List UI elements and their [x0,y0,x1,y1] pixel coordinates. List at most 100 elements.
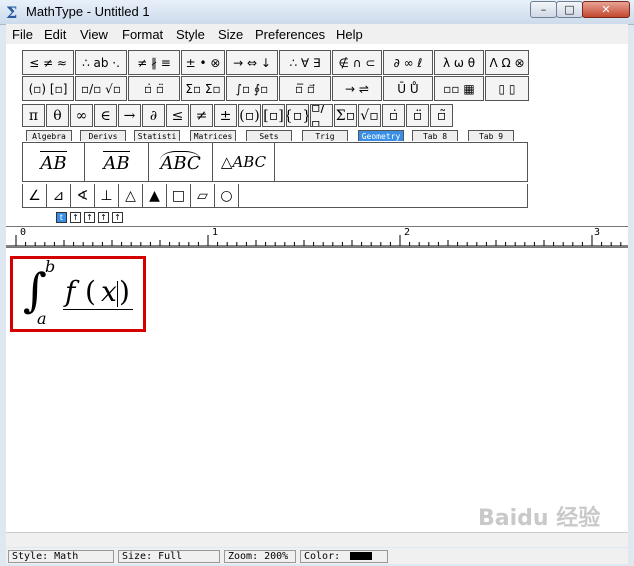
equation-editor[interactable]: ∫ b a f ( x ) [6,248,628,532]
tilde-accent-button[interactable]: ▫̃ [430,104,453,127]
open-paren: ( [85,275,96,308]
fraction-button[interactable]: ▫/▫ [310,104,333,127]
tab-statistics[interactable]: Statisti [134,130,180,141]
theta-button[interactable]: θ [46,104,69,127]
triangle-template[interactable]: △ABC [213,143,275,181]
brackets-button[interactable]: [▫] [262,104,285,127]
segment-template[interactable]: AB [23,143,85,181]
integral-palette[interactable]: ∫▫ ∮▫ [226,76,278,101]
element-of-button[interactable]: ∈ [94,104,117,127]
circle-button[interactable]: ○ [215,184,239,207]
arrow-right-button[interactable]: → [118,104,141,127]
menu-format[interactable]: Format [122,27,163,42]
watermark-logo: Baidu 经验 [478,506,601,531]
ruler[interactable]: 0 1 2 3 [6,226,628,248]
less-equal-button[interactable]: ≤ [166,104,189,127]
operators-palette[interactable]: ± • ⊗ [181,50,225,75]
tab-sets[interactable]: Sets [246,130,292,141]
embellishments-palette[interactable]: ≠ ∦ ≡ [128,50,180,75]
relation-tab-stop[interactable]: ↑ [98,212,109,223]
logical-palette[interactable]: ∴ ∀ ∃ [279,50,331,75]
dot-accent-button[interactable]: ▫̇ [382,104,405,127]
braces-button[interactable]: {▫} [286,104,309,127]
partial-button[interactable]: ∂ [142,104,165,127]
size-status: Size: Full [118,550,220,563]
ruler-label-2: 2 [404,227,411,238]
angle-button[interactable]: ∠ [23,184,47,207]
ddot-accent-button[interactable]: ▫̈ [406,104,429,127]
tab-algebra[interactable]: Algebra [26,130,72,141]
perpendicular-button[interactable]: ⊥ [95,184,119,207]
products-palette[interactable]: Ū Ů [383,76,433,101]
tab-derivs[interactable]: Derivs [80,130,126,141]
close-button[interactable]: ✕ [582,1,630,18]
menu-size[interactable]: Size [218,27,243,42]
plus-minus-button[interactable]: ± [214,104,237,127]
horizontal-scrollbar[interactable] [6,532,628,547]
square-button[interactable]: □ [167,184,191,207]
tab-8[interactable]: Tab 8 [412,130,458,141]
line-label: AB [103,150,130,174]
menu-style[interactable]: Style [176,27,205,42]
greek-lower-palette[interactable]: λ ω θ [434,50,484,75]
infinity-button[interactable]: ∞ [70,104,93,127]
arrows-palette[interactable]: → ⇔ ↓ [226,50,278,75]
ruler-ticks [6,235,628,247]
set-theory-palette[interactable]: ∉ ∩ ⊂ [332,50,382,75]
box-palette[interactable]: ▯ ▯ [485,76,529,101]
left-tab-stop[interactable]: t [56,212,67,223]
shape-bar: ∠ ⊿ ∢ ⊥ △ ▲ □ ▱ ○ [22,184,528,208]
arc-template[interactable]: ABC [149,143,213,181]
menu-help[interactable]: Help [336,27,363,42]
spaces-ellipses-palette[interactable]: ∴ ab ·. [75,50,127,75]
minimize-button[interactable]: – [530,1,557,18]
fraction-radical-palette[interactable]: ▫/▫ √▫ [75,76,127,101]
menu-edit[interactable]: Edit [44,27,66,42]
color-status: Color: [300,550,388,563]
fence-palette[interactable]: (▫) [▫] [22,76,74,101]
summation-palette[interactable]: Σ▫ Σ▫ [181,76,225,101]
right-tab-stop[interactable]: ↑ [84,212,95,223]
sqrt-button[interactable]: √▫ [358,104,381,127]
upper-limit: b [45,257,56,276]
integral-sign: ∫ [23,263,47,317]
tab-geometry[interactable]: Geometry [358,130,404,141]
right-angle-button[interactable]: ⊿ [47,184,71,207]
center-tab-stop[interactable]: ↑ [70,212,81,223]
style-status: Style: Math [8,550,114,563]
subscript-palette[interactable]: ▫̇ ▫̈ [128,76,180,101]
segment-label: AB [40,150,67,174]
decimal-tab-stop[interactable]: ↑ [112,212,123,223]
parallelogram-button[interactable]: ▱ [191,184,215,207]
measured-angle-button[interactable]: ∢ [71,184,95,207]
tab-matrices[interactable]: Matrices [190,130,236,141]
menu-bar: File Edit View Format Style Size Prefere… [6,24,628,44]
ruler-label-1: 1 [212,227,219,238]
parentheses-button[interactable]: (▫) [238,104,261,127]
insertion-underline [63,309,133,310]
menu-file[interactable]: File [12,27,33,42]
tab-trig[interactable]: Trig [302,130,348,141]
variable: x [101,275,117,308]
triangle-button[interactable]: △ [119,184,143,207]
matrix-palette[interactable]: ▫▫ ▦ [434,76,484,101]
filled-triangle-button[interactable]: ▲ [143,184,167,207]
close-paren: ) [119,275,130,308]
labeled-arrow-palette[interactable]: → ⇌ [332,76,382,101]
greek-upper-palette[interactable]: Λ Ω ⊗ [485,50,529,75]
pi-button[interactable]: π [22,104,45,127]
menu-preferences[interactable]: Preferences [255,27,325,42]
window-title: MathType - Untitled 1 [26,4,150,19]
sum-button[interactable]: Σ▫ [334,104,357,127]
menu-view[interactable]: View [80,27,108,42]
function-name: f [65,275,76,308]
bar-arrow-palette[interactable]: ▫̅ ▫⃗ [279,76,331,101]
relations-palette[interactable]: ≤ ≠ ≈ [22,50,74,75]
misc-symbols-palette[interactable]: ∂ ∞ ℓ [383,50,433,75]
equation-highlight-box: ∫ b a f ( x ) [10,256,146,332]
maximize-button[interactable]: □ [556,1,583,18]
tab-9[interactable]: Tab 9 [468,130,514,141]
not-equal-button[interactable]: ≠ [190,104,213,127]
line-template[interactable]: AB [85,143,149,181]
template-bar: AB AB ABC △ABC [22,142,528,182]
